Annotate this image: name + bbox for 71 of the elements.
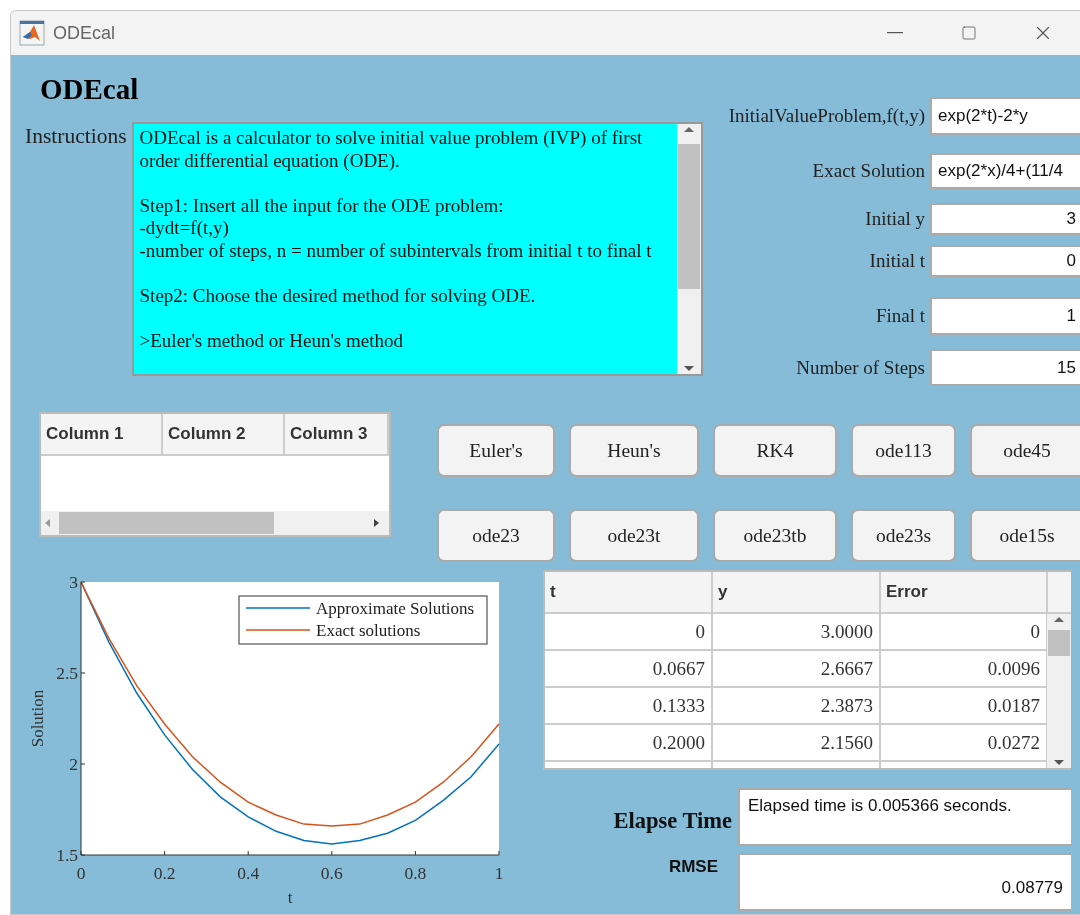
method-button[interactable]: ode113 — [851, 424, 956, 477]
app-logo-icon — [19, 20, 45, 46]
maximize-icon — [961, 25, 977, 41]
x-tick-label: 0.2 — [153, 863, 176, 883]
method-button[interactable]: RK4 — [713, 424, 837, 477]
column-header[interactable]: t — [545, 572, 713, 612]
app-title: ODEcal — [40, 73, 139, 106]
x-tick-label: 0.6 — [320, 863, 343, 883]
instructions-text: ODEcal is a calculator to solve initial value problem (IVP) of first order differential equation (ODE). Step1: Insert all the input for the ODE problem: -dydt=f(t,y) -number of steps, n = number of subintervals from initial t to final t Step2: Choose the desired method for solving ODE. >Euler's method or Heun's method — [138, 126, 653, 353]
horizontal-scrollbar[interactable] — [41, 511, 389, 535]
method-button[interactable]: ode45 — [970, 424, 1080, 477]
table-cell: 3.0000 — [713, 614, 881, 649]
table-cell: 2.3873 — [713, 688, 881, 723]
scrollbar-thumb[interactable] — [677, 144, 700, 289]
table-cell: 2.1560 — [713, 725, 881, 760]
rmse-label: RMSE — [667, 857, 719, 877]
input-field[interactable]: exp(2*x)/4+(11/4 — [930, 153, 1080, 189]
table-cell: 0.1333 — [545, 688, 713, 723]
field-label: Initial y — [865, 208, 925, 230]
x-tick-label: 1 — [494, 863, 504, 883]
x-axis-title: t — [287, 888, 293, 907]
instructions-label: Instructions — [25, 124, 127, 149]
method-button[interactable]: ode23s — [851, 509, 956, 562]
method-button[interactable]: Euler's — [437, 424, 555, 477]
scrollbar-thumb[interactable] — [1048, 630, 1070, 656]
method-button[interactable]: ode23tb — [713, 509, 837, 562]
x-tick-label: 0 — [76, 863, 86, 883]
input-field[interactable]: 3 — [930, 203, 1080, 235]
vertical-scrollbar[interactable] — [1047, 614, 1071, 768]
column-header[interactable]: Column 2 — [163, 414, 285, 454]
window-title: ODEcal — [53, 22, 116, 44]
vertical-scrollbar[interactable] — [676, 124, 701, 374]
method-button[interactable]: Heun's — [569, 424, 699, 477]
table-cell: 0 — [545, 614, 713, 649]
input-field[interactable]: exp(2*t)-2*y — [930, 97, 1080, 135]
table-cell: 0.0667 — [545, 651, 713, 686]
minimize-icon — [887, 32, 903, 34]
method-button[interactable]: ode15s — [970, 509, 1080, 562]
rmse-field[interactable]: 0.08779 — [738, 853, 1071, 911]
elapsed-time-field[interactable]: Elapsed time is 0.005366 seconds. — [738, 788, 1071, 846]
input-field[interactable]: 1 — [930, 297, 1080, 335]
column-header[interactable]: Error — [881, 572, 1048, 612]
x-tick-label: 0.8 — [404, 863, 427, 883]
elapse-time-label: Elapse Time — [612, 808, 733, 834]
data-table[interactable]: Column 1 Column 2 Column 3 — [39, 412, 391, 537]
field-label: Final t — [875, 305, 925, 327]
y-tick-label: 3 — [69, 572, 78, 592]
table-cell: 2.6667 — [713, 651, 881, 686]
input-field[interactable]: 0 — [930, 245, 1080, 277]
results-table[interactable]: t y Error 0 3.0000 0 0.0667 2.6667 0.0096 0.1333 2.3873 0.0187 0.2000 2.1560 0.0272 — [543, 570, 1071, 770]
input-field[interactable]: 15 — [930, 349, 1080, 386]
legend-label: Approximate Solutions — [316, 599, 475, 618]
field-label: InitialValueProblem,f(t,y) — [728, 105, 925, 127]
field-label: Number of Steps — [796, 356, 925, 379]
column-header[interactable]: Column 3 — [285, 414, 389, 454]
x-tick-label: 0.4 — [237, 863, 260, 883]
y-tick-label: 1.5 — [56, 845, 78, 865]
table-cell: 0.2000 — [545, 725, 713, 760]
field-label: Exact Solution — [812, 160, 925, 182]
method-button[interactable]: ode23t — [569, 509, 699, 562]
column-header[interactable]: Column 1 — [41, 414, 163, 454]
scrollbar-thumb[interactable] — [59, 512, 274, 534]
y-tick-label: 2.5 — [56, 663, 78, 683]
legend-label: Exact solutions — [316, 621, 421, 640]
instructions-text-area[interactable] — [131, 122, 703, 376]
scroll-down-icon[interactable] — [1052, 758, 1066, 768]
y-tick-label: 2 — [69, 754, 78, 774]
method-button[interactable]: ode23 — [437, 509, 555, 562]
y-axis-title: Solution — [28, 689, 47, 748]
column-header[interactable]: y — [713, 572, 881, 612]
field-label: Initial t — [869, 250, 925, 272]
